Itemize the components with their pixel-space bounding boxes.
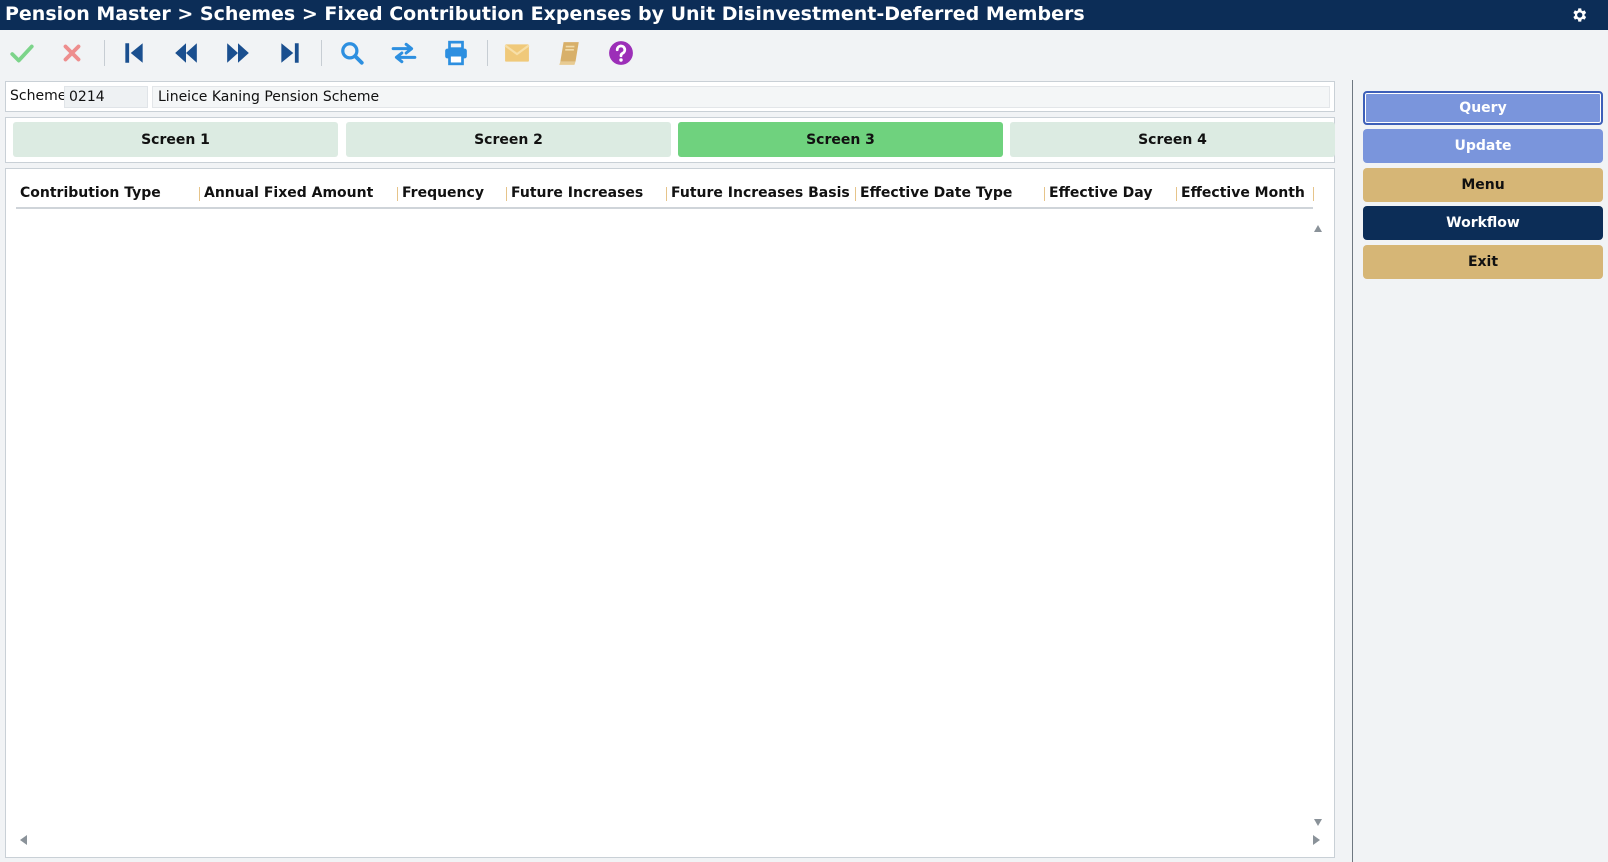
menu-button[interactable]: Menu: [1363, 168, 1603, 202]
column-header-frequency[interactable]: Frequency: [402, 185, 484, 201]
toolbar-separator: [321, 40, 322, 66]
toolbar-separator: [487, 40, 488, 66]
column-separator: [397, 187, 398, 201]
help-icon[interactable]: [606, 38, 636, 68]
tab-screen-3[interactable]: Screen 3: [678, 122, 1003, 157]
first-record-icon[interactable]: [119, 38, 149, 68]
last-record-icon[interactable]: [275, 38, 305, 68]
tab-screen-1[interactable]: Screen 1: [13, 122, 338, 157]
scheme-name-field: Lineice Kaning Pension Scheme: [152, 86, 1330, 108]
scheme-row: Scheme 0214 Lineice Kaning Pension Schem…: [5, 81, 1335, 112]
column-header-annual-fixed-amount[interactable]: Annual Fixed Amount: [204, 185, 373, 201]
column-separator: [199, 187, 200, 201]
search-icon[interactable]: [337, 38, 367, 68]
scheme-code-field[interactable]: 0214: [64, 86, 148, 108]
data-grid: Contribution Type Annual Fixed Amount Fr…: [5, 168, 1335, 858]
tab-screen-2[interactable]: Screen 2: [346, 122, 671, 157]
previous-record-icon[interactable]: [171, 38, 201, 68]
mail-icon[interactable]: [502, 38, 532, 68]
column-header-future-increases-basis[interactable]: Future Increases Basis: [671, 185, 850, 201]
tab-screen-4[interactable]: Screen 4: [1010, 122, 1335, 157]
toolbar: [0, 30, 1608, 76]
screen-tabs: Screen 1 Screen 2 Screen 3 Screen 4: [5, 117, 1335, 163]
exit-button[interactable]: Exit: [1363, 245, 1603, 279]
close-icon[interactable]: [57, 38, 87, 68]
query-button[interactable]: Query: [1363, 91, 1603, 125]
column-header-effective-date-type[interactable]: Effective Date Type: [860, 185, 1012, 201]
column-header-effective-day[interactable]: Effective Day: [1049, 185, 1152, 201]
column-separator: [506, 187, 507, 201]
column-separator: [1044, 187, 1045, 201]
scroll-left-icon[interactable]: [20, 835, 27, 845]
gear-icon[interactable]: [1570, 6, 1588, 24]
update-button[interactable]: Update: [1363, 129, 1603, 163]
column-separator: [1176, 187, 1177, 201]
scheme-label: Scheme: [10, 88, 67, 104]
column-separator: [855, 187, 856, 201]
title-bar: Pension Master > Schemes > Fixed Contrib…: [0, 0, 1608, 30]
panel-divider: [1352, 80, 1353, 862]
print-icon[interactable]: [441, 38, 471, 68]
book-icon[interactable]: [554, 38, 584, 68]
swap-icon[interactable]: [389, 38, 419, 68]
column-separator: [666, 187, 667, 201]
column-separator: [1313, 187, 1314, 201]
next-record-icon[interactable]: [223, 38, 253, 68]
scroll-up-icon[interactable]: [1314, 225, 1322, 232]
column-header-effective-month[interactable]: Effective Month: [1181, 185, 1305, 201]
column-header-future-increases[interactable]: Future Increases: [511, 185, 643, 201]
scroll-down-icon[interactable]: [1314, 819, 1322, 826]
column-header-contribution-type[interactable]: Contribution Type: [20, 185, 161, 201]
scroll-right-icon[interactable]: [1313, 835, 1320, 845]
check-icon[interactable]: [7, 38, 37, 68]
workflow-button[interactable]: Workflow: [1363, 206, 1603, 240]
toolbar-separator: [104, 40, 105, 66]
horizontal-scrollbar[interactable]: [20, 835, 1320, 847]
grid-header: Contribution Type Annual Fixed Amount Fr…: [16, 185, 1314, 209]
page-title: Pension Master > Schemes > Fixed Contrib…: [5, 3, 1085, 25]
